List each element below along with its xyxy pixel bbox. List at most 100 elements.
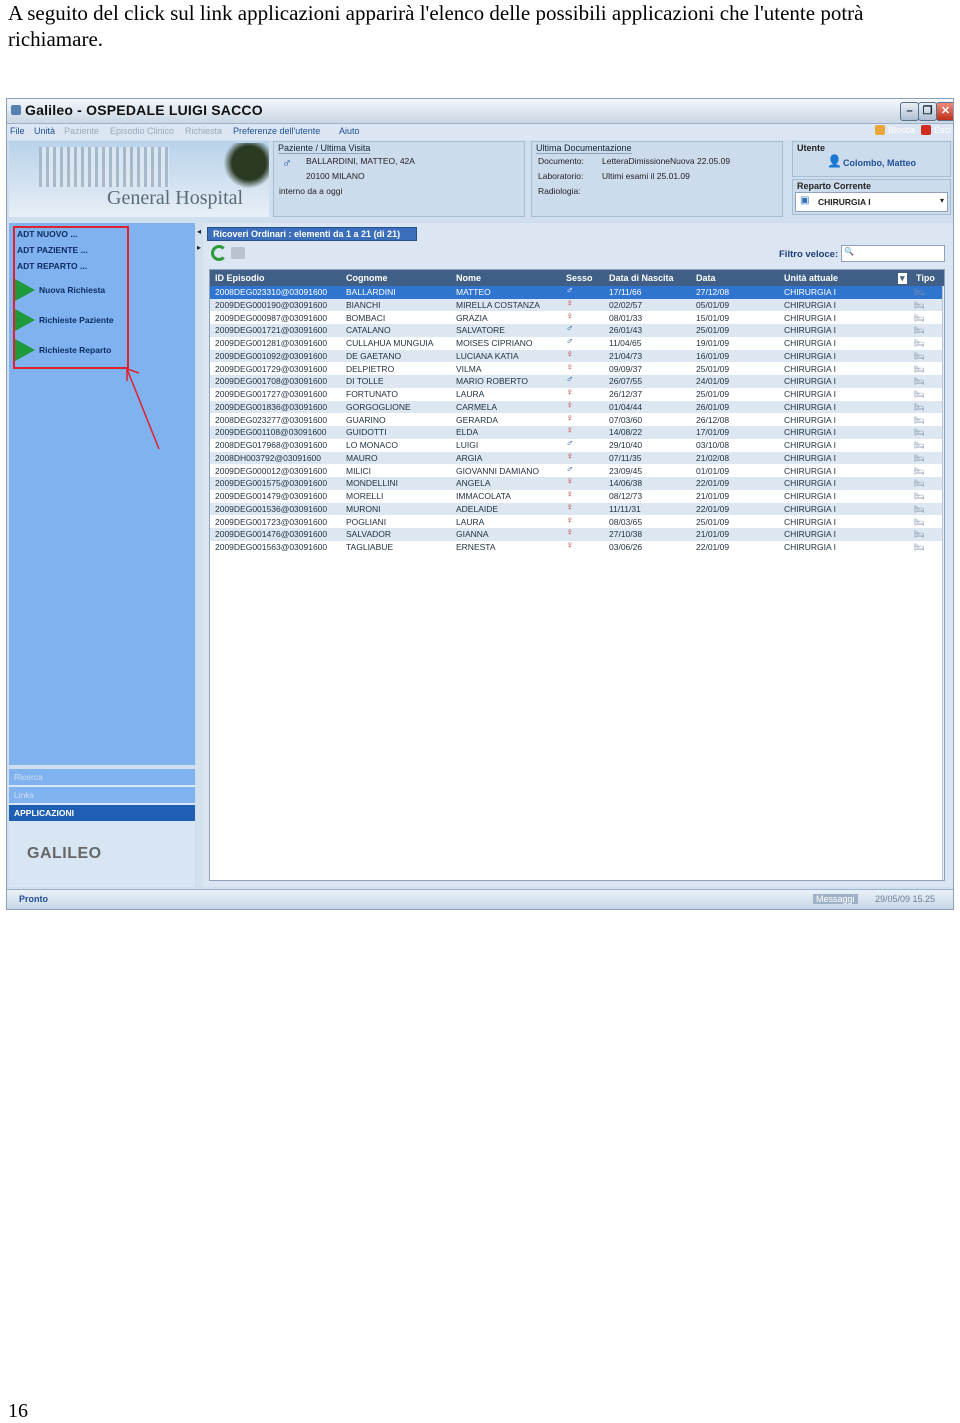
filter-input[interactable]: [841, 245, 945, 262]
tab-ricoveri-ordinari[interactable]: Ricoveri Ordinari : elementi da 1 a 21 (…: [207, 227, 417, 241]
esci-button[interactable]: Esci: [921, 125, 951, 135]
table-row[interactable]: 2009DEG001536@03091600 MURONI ADELAIDE 11/1…: [210, 502, 944, 516]
cell-nome: SALVATORE: [456, 325, 505, 336]
cell-unita: CHIRURGIA I: [784, 452, 836, 463]
building-image: [39, 147, 169, 187]
documento-value[interactable]: LetteraDimissioneNuova 22.05.09: [602, 156, 730, 166]
sidebar-item-ricerca[interactable]: Ricerca: [9, 769, 195, 785]
male-icon: ♂: [566, 374, 574, 386]
table-row[interactable]: 2009DEG001476@03091600 SALVADOR GIANNA 27/1…: [210, 527, 944, 541]
cell-cognome: GUIDOTTI: [346, 427, 387, 438]
expand-right-icon[interactable]: ▸: [197, 243, 201, 252]
cell-unita: CHIRURGIA I: [784, 389, 836, 399]
table-row[interactable]: 2008DH003792@03091600 MAURO ARGIA 07/11/35 2…: [210, 451, 944, 465]
cell-data: 24/01/09: [696, 376, 730, 387]
cell-data: 01/01/09: [696, 465, 730, 476]
cell-data: 26/12/08: [696, 414, 730, 425]
filter-dropdown-icon[interactable]: ▾: [898, 273, 907, 284]
menu-unita[interactable]: Unità: [34, 126, 55, 136]
bed-icon: 🛏: [914, 427, 925, 438]
refresh-icon[interactable]: [211, 245, 227, 261]
bed-icon: 🛏: [914, 478, 925, 489]
cell-data: 26/01/09: [696, 401, 730, 412]
table-row[interactable]: 2009DEG000012@03091600 MILICI GIOVANNI DAM…: [210, 463, 944, 478]
minimize-button[interactable]: –: [900, 102, 919, 121]
bed-icon: 🛏: [914, 376, 925, 387]
header-area: General Hospital Paziente / Ultima Visit…: [9, 141, 953, 219]
sidebar-item-links[interactable]: Links: [9, 787, 195, 803]
table-row[interactable]: 2009DEG001727@03091600 FORTUNATO LAURA 26/1…: [210, 387, 944, 401]
menu-preferenze[interactable]: Preferenze dell'utente: [233, 126, 320, 136]
cell-nome: GERARDA: [456, 414, 499, 425]
menu-episodio-clinico[interactable]: Episodio Clinico: [110, 126, 174, 136]
cell-id-episodio: 2009DEG001836@03091600: [215, 401, 328, 412]
cell-nome: ADELAIDE: [456, 503, 499, 514]
cell-data-nascita: 01/04/44: [609, 401, 643, 412]
col-data-nascita[interactable]: Data di Nascita: [609, 273, 674, 283]
cell-unita: CHIRURGIA I: [784, 401, 836, 412]
table-row[interactable]: 2008DEG023277@03091600 GUARINO GERARDA 07/0…: [210, 413, 944, 427]
menu-file[interactable]: File: [10, 126, 25, 136]
cell-data-nascita: 07/11/35: [609, 452, 642, 463]
col-tipo[interactable]: Tipo: [916, 273, 935, 283]
table-row[interactable]: 2009DEG000190@03091600 BIANCHI MIRELLA COS…: [210, 298, 944, 312]
table-row[interactable]: 2009DEG001108@03091600 GUIDOTTI ELDA 14/08/…: [210, 425, 944, 439]
cell-data: 21/01/09: [696, 491, 730, 501]
col-unita-attuale[interactable]: Unità attuale: [784, 273, 838, 283]
col-data[interactable]: Data: [696, 273, 716, 283]
sidebar-bottom: Ricerca Links APPLICAZIONI GALILEO: [9, 769, 195, 887]
print-icon[interactable]: [231, 247, 245, 259]
cell-unita: CHIRURGIA I: [784, 478, 836, 489]
status-text: Pronto: [19, 894, 48, 904]
table-row[interactable]: 2009DEG001721@03091600 CATALANO SALVATORE 2…: [210, 323, 944, 337]
cell-data-nascita: 21/04/73: [609, 350, 643, 361]
caption-text: A seguito del click sul link applicazion…: [8, 1, 864, 51]
cell-nome: LAURA: [456, 389, 485, 399]
col-id-episodio[interactable]: ID Episodio: [215, 273, 265, 283]
table-row[interactable]: 2009DEG001479@03091600 MORELLI IMMACOLATA 0…: [210, 489, 944, 503]
menu-aiuto[interactable]: Aiuto: [339, 126, 360, 136]
messaggi-link[interactable]: Messaggi: [813, 894, 858, 904]
laboratorio-value[interactable]: Ultimi esami il 25.01.09: [602, 171, 690, 181]
table-row[interactable]: 2009DEG001729@03091600 DELPIETRO VILMA 09/0…: [210, 362, 944, 376]
blocca-button[interactable]: Blocca: [875, 125, 915, 135]
table-row[interactable]: 2009DEG001575@03091600 MONDELLINI ANGELA 14…: [210, 476, 944, 490]
sidebar-item-applicazioni[interactable]: APPLICAZIONI: [9, 805, 195, 821]
menu-richiesta[interactable]: Richiesta: [185, 126, 222, 136]
reparto-dropdown[interactable]: ▣ CHIRURGIA I ▾: [795, 192, 948, 212]
patient-name: BALLARDINI, MATTEO, 42A: [306, 156, 415, 166]
cell-nome: MOISES CIPRIANO: [456, 338, 533, 348]
cell-id-episodio: 2009DEG001721@03091600: [215, 325, 328, 336]
table-row[interactable]: 2009DEG001708@03091600 DI TOLLE MARIO ROBE…: [210, 374, 944, 388]
status-datetime: 29/05/09 15.25: [875, 894, 936, 904]
radiologia-label: Radiologia:: [538, 186, 581, 196]
cell-id-episodio: 2009DEG001729@03091600: [215, 363, 328, 374]
cell-unita: CHIRURGIA I: [784, 414, 836, 425]
bed-icon: 🛏: [914, 401, 925, 412]
table-row[interactable]: 2008DEG023310@03091600 BALLARDINI MATTEO 17…: [210, 285, 944, 299]
male-icon: ♂: [566, 463, 574, 475]
table-row[interactable]: 2009DEG001723@03091600 POGLIANI LAURA 08/03…: [210, 515, 944, 529]
cell-id-episodio: 2008DEG023310@03091600: [215, 287, 328, 297]
col-nome[interactable]: Nome: [456, 273, 481, 283]
close-button[interactable]: ✕: [936, 102, 953, 121]
col-cognome[interactable]: Cognome: [346, 273, 388, 283]
vertical-scrollbar[interactable]: [942, 286, 945, 880]
table-row[interactable]: 2009DEG001092@03091600 DE GAETANO LUCIANA …: [210, 349, 944, 363]
bed-icon: 🛏: [914, 491, 925, 501]
table-row[interactable]: 2008DEG017968@03091600 LO MONACO LUIGI 29/1…: [210, 438, 944, 452]
scroll-thumb[interactable]: [944, 288, 945, 858]
male-icon: ♂: [566, 336, 574, 347]
table-row[interactable]: 2009DEG000987@03091600 BOMBACI GRAZIA 08/01…: [210, 311, 944, 325]
cell-data-nascita: 08/01/33: [609, 312, 643, 323]
menu-paziente[interactable]: Paziente: [64, 126, 99, 136]
table-row[interactable]: 2009DEG001281@03091600 CULLAHUA MUNGUIA MO…: [210, 336, 944, 350]
exit-icon: [921, 125, 931, 135]
col-sesso[interactable]: Sesso: [566, 273, 593, 283]
table-row[interactable]: 2009DEG001563@03091600 TAGLIABUE ERNESTA 03…: [210, 540, 944, 554]
table-row[interactable]: 2009DEG001836@03091600 GORGOGLIONE CARMELA…: [210, 400, 944, 414]
female-icon: ♀: [566, 425, 574, 437]
collapse-left-icon[interactable]: ◂: [197, 227, 201, 236]
cell-nome: CARMELA: [456, 401, 498, 412]
maximize-button[interactable]: ❐: [918, 102, 937, 121]
